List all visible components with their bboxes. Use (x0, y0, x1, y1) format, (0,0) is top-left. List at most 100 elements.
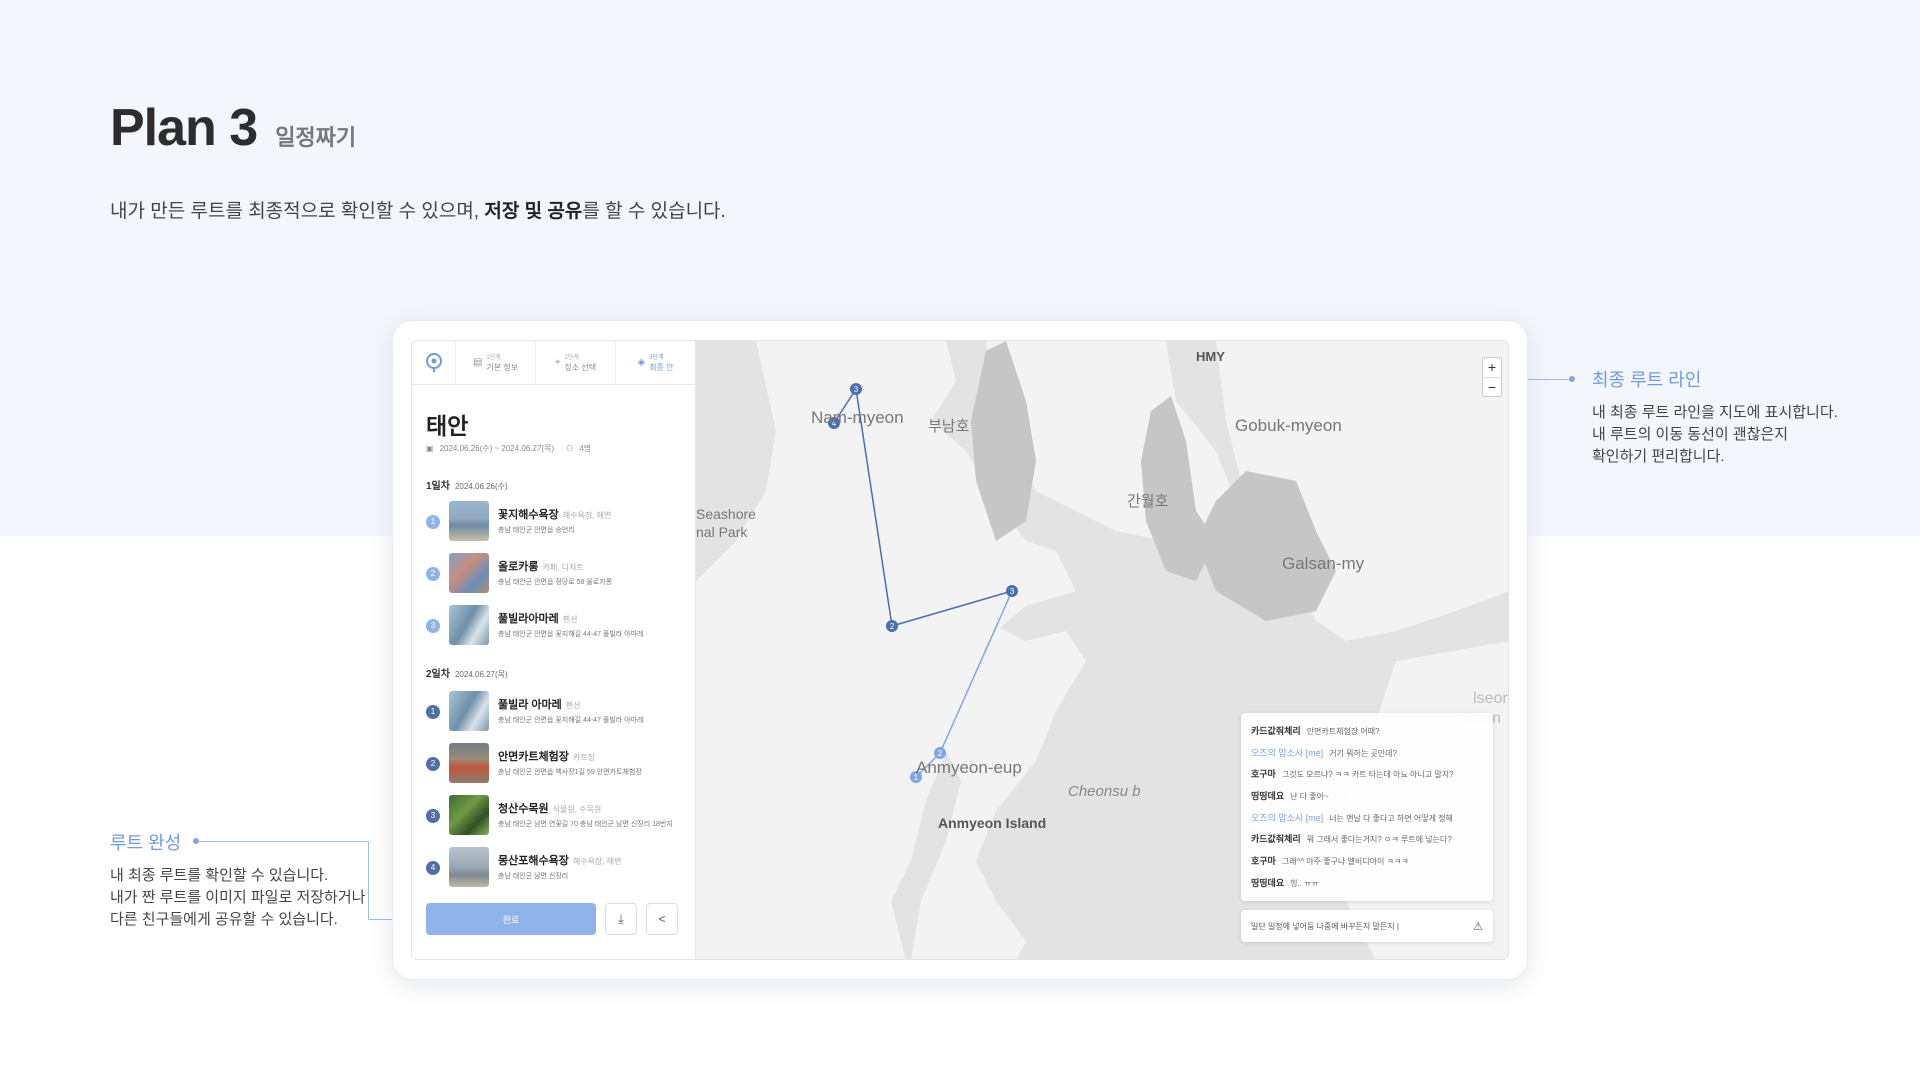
chat-author: 호구마 (1251, 856, 1276, 867)
tab-label: 장소 선택 (564, 362, 597, 372)
place-number: 3 (426, 809, 440, 823)
list-item[interactable]: 1 풀빌라 아마레 펜션 충남 태안군 안면읍 꽃지해길 44-47 풀빌라 아마… (426, 691, 688, 733)
place-thumbnail (449, 743, 489, 783)
tab-final[interactable]: ◈ 3단계 최종 안 (616, 341, 695, 384)
page-title-main: Plan 3 (110, 99, 258, 157)
place-category: 카트장 (572, 753, 595, 762)
logo-icon[interactable] (412, 341, 456, 384)
desc-text-end: 를 할 수 있습니다. (582, 201, 726, 222)
zoom-in-button[interactable]: + (1483, 358, 1501, 377)
tab-place-select[interactable]: ⌖ 2단계 장소 선택 (536, 341, 616, 384)
map-label: 간월호 (1127, 493, 1169, 510)
chat-text: 뭐 그래서 좋다는거지? ㅇㅋ 루트에 넣는다? (1306, 835, 1452, 845)
map-label: Anmyeon-eup (916, 758, 1022, 777)
list-item[interactable]: 3 청산수목원 식물원, 수목원 충남 태안군 남면 연꽃길 70 충남 태안군 … (426, 795, 688, 837)
place-number: 4 (426, 861, 440, 875)
chat-text: 그래^^ 아주 좋구나 엘비디아이 ㅋㅋㅋ (1281, 857, 1409, 867)
place-category: 펜션 (565, 701, 581, 710)
chat-author: 카드값줘체리 (1251, 726, 1301, 736)
tab-step: 1단계 (486, 354, 501, 361)
place-number: 1 (426, 515, 440, 529)
chat-message: 오즈의 맙소사 [me] 거기 뭐하는 곳인데? (1251, 743, 1483, 765)
step-tabs: ▤ 1단계 기본 정보 ⌖ 2단계 장소 선택 ◈ 3단계 최종 안 (412, 341, 695, 385)
list-item[interactable]: 1 꽃지해수욕장 해수욕장, 해변 충남 태안군 안면읍 승언리 (426, 501, 688, 543)
tab-step: 2단계 (564, 354, 579, 361)
place-address: 충남 태안군 안면읍 정당로 58 올로카롱 (498, 579, 613, 586)
annotation-line: 내 최종 루트 라인을 지도에 표시합니다. (1592, 404, 1838, 421)
day-header: 2일차 2024.06.27(목) (426, 665, 508, 680)
map-view[interactable]: 3 4 2 3 2 1 HMY Nam-myeon 부남호 Gobuk-myeo… (696, 341, 1508, 959)
place-name: 꽃지해수욕장 (498, 509, 559, 521)
list-item[interactable]: 2 올로카롱 카페, 디저트 충남 태안군 안면읍 정당로 58 올로카롱 (426, 553, 688, 595)
route-marker-label: 2 (890, 622, 895, 631)
map-label: nal Park (696, 524, 748, 540)
chat-input[interactable]: 일단 일정에 넣어둠 나중에 바꾸든지 말든지 | ⚠ (1241, 910, 1493, 942)
chat-text: 난 다 좋아~ (1290, 792, 1329, 802)
day-label: 1일차 (426, 481, 450, 492)
place-name: 안면카트체험장 (498, 751, 569, 763)
map-label: Seashore (696, 506, 756, 522)
chat-author: 호구마 (1251, 769, 1276, 780)
trip-city: 태안 (426, 413, 469, 439)
chat-author: 띵띵데요 (1251, 791, 1285, 802)
share-icon[interactable]: < (646, 903, 678, 935)
place-address: 충남 태안군 남면 연꽃길 70 충남 태안군 남면 신장리 18번지 (498, 821, 673, 828)
zoom-control: + − (1482, 357, 1502, 397)
place-address: 충남 태안군 안면읍 꽃지해길 44-47 풀빌라 아마레 (498, 717, 644, 724)
chat-text: 힝.. ㅠㅠ (1290, 878, 1319, 888)
route-marker-label: 3 (1010, 587, 1015, 596)
page-title-sub: 일정짜기 (275, 125, 357, 150)
place-number: 2 (426, 567, 440, 581)
place-category: 해수욕장, 해변 (572, 857, 622, 866)
map-label: Anmyeon Island (938, 815, 1046, 831)
tab-step: 3단계 (649, 354, 664, 361)
place-category: 해수욕장, 해변 (562, 511, 612, 520)
chat-author: 오즈의 맙소사 [me] (1251, 812, 1324, 823)
place-name: 몽산포해수욕장 (498, 855, 569, 867)
trip-dates: 2024.06.26(수) ~ 2024.06.27(목) (439, 444, 555, 453)
place-number: 2 (426, 757, 440, 771)
tab-label: 최종 안 (649, 362, 674, 372)
annotation-line: 내 루트의 이동 동선이 괜찮은지 (1592, 426, 1789, 443)
list-item[interactable]: 4 몽산포해수욕장 해수욕장, 해변 충남 태안군 남면 신장리 (426, 847, 688, 889)
place-name: 올로카롱 (498, 561, 539, 573)
map-label: Gobuk-myeon (1235, 416, 1342, 435)
list-item[interactable]: 3 풀빌라아마레 펜션 충남 태안군 안면읍 꽃지해길 44-47 풀빌라 아마레 (426, 605, 688, 647)
list-item[interactable]: 2 안면카트체험장 카트장 충남 태안군 안면읍 백사장1길 59 안면카트체험장 (426, 743, 688, 785)
map-label: HMY (1196, 349, 1225, 364)
place-thumbnail (449, 501, 489, 541)
chat-text: 너는 맨날 다 좋다고 하면 어떻게 정해 (1329, 813, 1453, 823)
trip-meta: ▣ 2024.06.26(수) ~ 2024.06.27(목) ⚇ 4명 (426, 443, 591, 454)
chat-panel: 카드값줘체리 안면카트체험장 어때? 오즈의 맙소사 [me] 거기 뭐하는 곳인데… (1241, 713, 1493, 901)
shield-icon: ◈ (637, 357, 646, 368)
page-title: Plan 3 일정짜기 (110, 98, 356, 158)
chat-input-value[interactable]: 일단 일정에 넣어둠 나중에 바꾸든지 말든지 | (1251, 921, 1399, 932)
place-address: 충남 태안군 안면읍 꽃지해길 44-47 풀빌라 아마레 (498, 631, 644, 638)
place-thumbnail (449, 605, 489, 645)
tab-basic-info[interactable]: ▤ 1단계 기본 정보 (456, 341, 536, 384)
day-header: 1일차 2024.06.26(수) (426, 477, 508, 492)
chat-message: 띵띵데요 힝.. ㅠㅠ (1251, 873, 1483, 895)
pin-icon: ⌖ (554, 357, 561, 368)
place-thumbnail (449, 691, 489, 731)
map-label: Galsan-my (1282, 554, 1365, 573)
document-icon: ▤ (472, 357, 483, 368)
annotation-title: 루트 완성 (110, 833, 182, 853)
day-label: 2일차 (426, 669, 450, 680)
annotation-line: 내가 짠 루트를 이미지 파일로 저장하거나 (110, 889, 366, 906)
tab-label: 기본 정보 (486, 362, 519, 372)
annotation-line: 확인하기 편리합니다. (1592, 448, 1725, 465)
download-icon[interactable]: ⤓ (605, 903, 637, 935)
annotation-dot (1569, 376, 1575, 382)
place-category: 펜션 (562, 615, 578, 624)
place-category: 식물원, 수목원 (552, 805, 602, 814)
annotation-title: 최종 루트 라인 (1592, 370, 1702, 390)
route-marker-label: 3 (854, 385, 859, 394)
place-name: 청산수목원 (498, 803, 549, 815)
zoom-out-button[interactable]: − (1483, 377, 1501, 396)
chat-message: 오즈의 맙소사 [me] 너는 맨날 다 좋다고 하면 어떻게 정해 (1251, 808, 1483, 830)
map-label: Cheonsu b (1068, 783, 1141, 800)
send-icon[interactable]: ⚠ (1473, 920, 1483, 933)
done-button[interactable]: 완료 (426, 903, 596, 935)
place-address: 충남 태안군 안면읍 백사장1길 59 안면카트체험장 (498, 769, 642, 776)
